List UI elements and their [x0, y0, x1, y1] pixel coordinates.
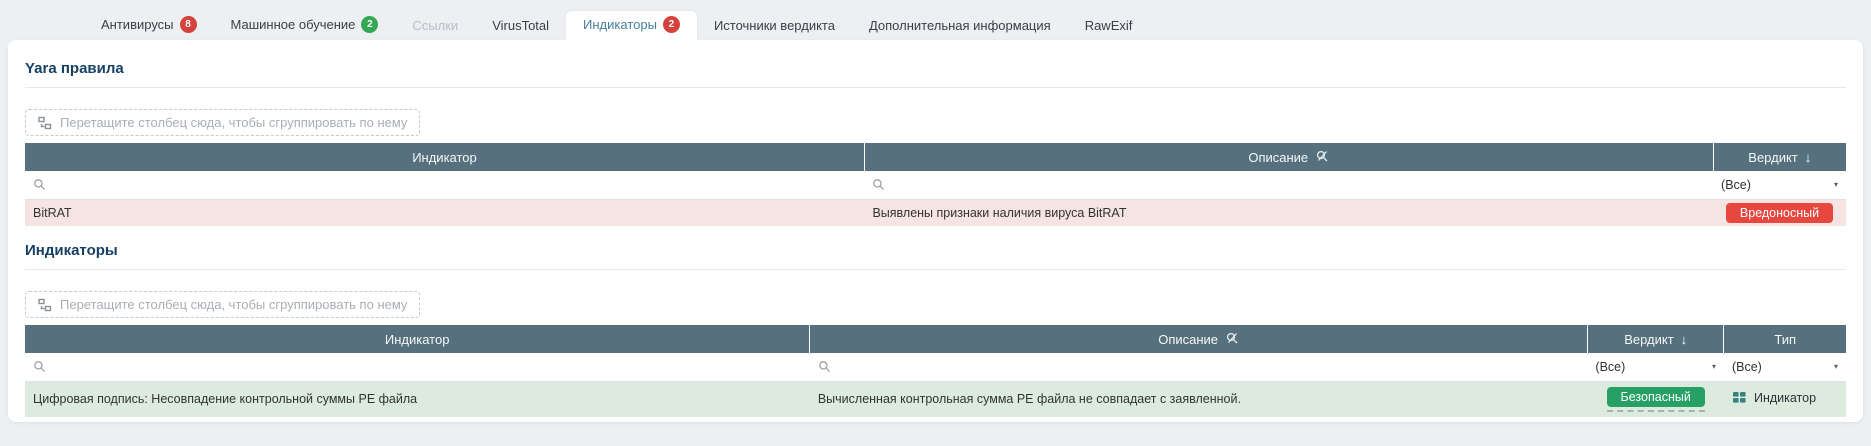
- chevron-down-icon: ▾: [1834, 362, 1838, 371]
- yara-grid-header-row: Индикатор Описание Вердикт ↓: [25, 143, 1846, 171]
- indicators-grid-header-row: Индикатор Описание Вердикт ↓ Тип: [25, 325, 1846, 353]
- tab-label: Машинное обучение: [231, 17, 356, 32]
- yara-filter-row: (Все) ▾: [25, 171, 1846, 199]
- search-off-icon[interactable]: [1225, 331, 1239, 348]
- filter-input-description[interactable]: [810, 353, 1588, 381]
- filter-input-indicator[interactable]: [25, 171, 864, 199]
- description-cell: Выявлены признаки наличия вируса BitRAT: [864, 199, 1713, 226]
- tab-count-badge: 8: [180, 16, 197, 33]
- column-header-type[interactable]: Тип: [1724, 325, 1846, 353]
- indicator-type-grid-icon: [1732, 390, 1747, 405]
- tab-antiviruses[interactable]: Антивирусы 8: [84, 11, 214, 40]
- badge-dashed-underline: [1607, 410, 1705, 412]
- column-header-indicator[interactable]: Индикатор: [25, 325, 810, 353]
- tab-indicators[interactable]: Индикаторы 2: [566, 11, 697, 40]
- filter-input-description[interactable]: [864, 171, 1713, 199]
- tab-label: VirusTotal: [492, 18, 549, 33]
- malicious-verdict-badge[interactable]: Вредоносный: [1726, 203, 1833, 223]
- tab-label: Дополнительная информация: [869, 18, 1051, 33]
- group-by-hint: Перетащите столбец сюда, чтобы сгруппиро…: [60, 297, 407, 312]
- sort-desc-icon: ↓: [1805, 150, 1812, 165]
- tab-bar: Антивирусы 8 Машинное обучение 2 Ссылки …: [0, 0, 1871, 40]
- filter-select-verdict[interactable]: (Все) ▾: [1587, 353, 1724, 381]
- column-header-verdict[interactable]: Вердикт ↓: [1587, 325, 1724, 353]
- search-icon: [872, 178, 1705, 191]
- description-cell: Вычисленная контрольная сумма PE файла н…: [810, 381, 1588, 417]
- tab-count-badge: 2: [663, 16, 680, 33]
- yara-rules-grid: Индикатор Описание Вердикт ↓: [25, 143, 1846, 226]
- tab-additional-info[interactable]: Дополнительная информация: [852, 13, 1068, 40]
- indicator-cell: Цифровая подпись: Несовпадение контрольн…: [25, 381, 810, 417]
- tab-label: RawExif: [1085, 18, 1133, 33]
- type-label: Индикатор: [1754, 391, 1816, 405]
- divider: [25, 87, 1846, 88]
- search-icon: [33, 178, 856, 191]
- divider: [25, 269, 1846, 270]
- group-by-hint: Перетащите столбец сюда, чтобы сгруппиро…: [60, 115, 407, 130]
- safe-verdict-badge[interactable]: Безопасный: [1607, 387, 1705, 407]
- filter-select-type[interactable]: (Все) ▾: [1724, 353, 1846, 381]
- tab-links: Ссылки: [395, 13, 475, 40]
- search-icon: [33, 360, 802, 373]
- search-off-icon[interactable]: [1315, 149, 1329, 166]
- tab-rawexif[interactable]: RawExif: [1068, 13, 1150, 40]
- indicators-filter-row: (Все) ▾ (Все) ▾: [25, 353, 1846, 381]
- verdict-cell: Вредоносный: [1713, 199, 1846, 226]
- group-by-icon: [38, 298, 52, 312]
- column-header-verdict[interactable]: Вердикт ↓: [1713, 143, 1846, 171]
- indicators-grid: Индикатор Описание Вердикт ↓ Тип: [25, 325, 1846, 417]
- sort-desc-icon: ↓: [1681, 332, 1688, 347]
- tab-label: Индикаторы: [583, 17, 657, 32]
- filter-input-indicator[interactable]: [25, 353, 810, 381]
- chevron-down-icon: ▾: [1834, 180, 1838, 189]
- indicators-panel: Yara правила Перетащите столбец сюда, чт…: [8, 40, 1863, 422]
- yara-rules-title: Yara правила: [25, 60, 1846, 77]
- column-header-description[interactable]: Описание: [810, 325, 1588, 353]
- verdict-cell: Безопасный: [1587, 381, 1724, 417]
- tab-verdict-sources[interactable]: Источники вердикта: [697, 13, 852, 40]
- tab-label: Антивирусы: [101, 17, 174, 32]
- tab-machine-learning[interactable]: Машинное обучение 2: [214, 11, 396, 40]
- yara-group-by-panel[interactable]: Перетащите столбец сюда, чтобы сгруппиро…: [25, 109, 420, 136]
- indicators-group-by-panel[interactable]: Перетащите столбец сюда, чтобы сгруппиро…: [25, 291, 420, 318]
- tab-count-badge: 2: [361, 16, 378, 33]
- tab-label: Ссылки: [412, 18, 458, 33]
- indicators-title: Индикаторы: [25, 242, 1846, 259]
- group-by-icon: [38, 116, 52, 130]
- column-header-description[interactable]: Описание: [864, 143, 1713, 171]
- tab-label: Источники вердикта: [714, 18, 835, 33]
- indicator-cell: BitRAT: [25, 199, 864, 226]
- tab-virustotal[interactable]: VirusTotal: [475, 13, 566, 40]
- type-cell: Индикатор: [1724, 381, 1846, 417]
- chevron-down-icon: ▾: [1712, 362, 1716, 371]
- filter-select-verdict[interactable]: (Все) ▾: [1713, 171, 1846, 199]
- search-icon: [818, 360, 1580, 373]
- indicator-row[interactable]: Цифровая подпись: Несовпадение контрольн…: [25, 381, 1846, 417]
- column-header-indicator[interactable]: Индикатор: [25, 143, 864, 171]
- yara-rule-row[interactable]: BitRAT Выявлены признаки наличия вируса …: [25, 199, 1846, 226]
